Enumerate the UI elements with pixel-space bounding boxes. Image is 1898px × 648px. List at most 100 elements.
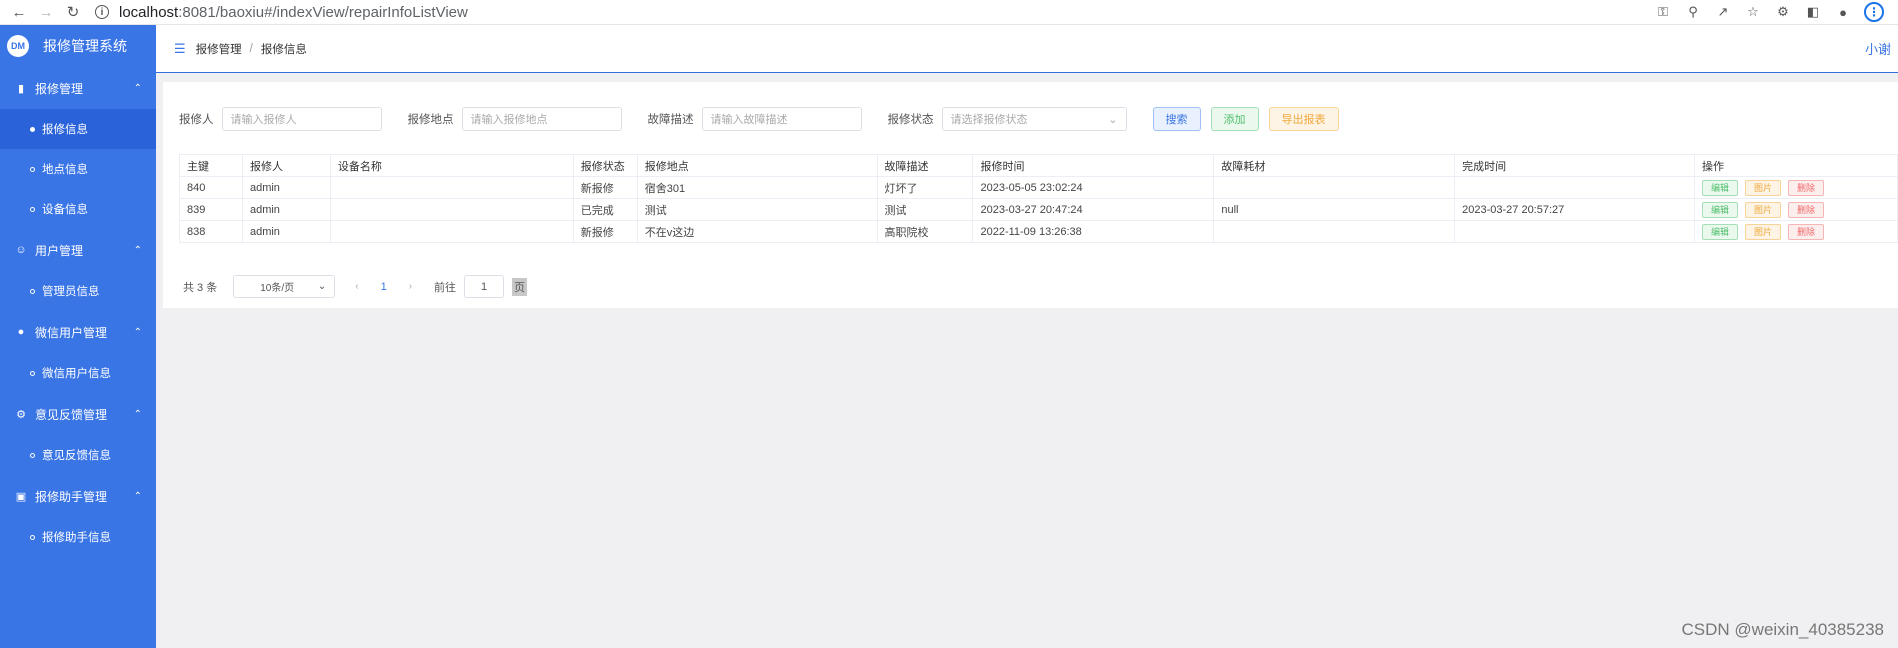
- account-icon[interactable]: ●: [1834, 3, 1852, 21]
- browser-toolbar: ← → ↻ i localhost:8081/baoxiu#/indexView…: [0, 0, 1898, 25]
- chevron-up-icon: ⌃: [133, 408, 142, 420]
- table-row: 839 admin 已完成 测试 测试 2023-03-27 20:47:24 …: [179, 198, 1898, 221]
- sidebar-item-assistant-info[interactable]: 报修助手信息: [0, 517, 156, 557]
- sidebar-item-label: 设备信息: [42, 204, 88, 216]
- breadcrumb-separator: /: [249, 42, 253, 55]
- info-icon[interactable]: i: [95, 5, 109, 19]
- page-size-select[interactable]: 10条/页 ⌄: [233, 275, 336, 298]
- header-status: 报修状态: [572, 154, 638, 177]
- chevron-up-icon: ⌃: [133, 326, 142, 338]
- delete-button[interactable]: 删除: [1788, 179, 1825, 196]
- header-location: 报修地点: [636, 154, 878, 177]
- extensions-icon[interactable]: ⚙: [1774, 3, 1792, 21]
- hamburger-icon[interactable]: ☰: [174, 41, 186, 57]
- image-button[interactable]: 图片: [1745, 223, 1782, 240]
- header-fault: 故障描述: [876, 154, 974, 177]
- star-icon[interactable]: ☆: [1744, 3, 1762, 21]
- app-root: DM 报修管理系统 ▮ 报修管理 ⌃ 报修信息 地点信息 设备信息 ☺ 用户管理…: [0, 25, 1898, 648]
- reporter-input[interactable]: 请输入报修人: [221, 107, 382, 131]
- person-icon: ●: [17, 326, 25, 338]
- sidebar-item-label: 报修助手信息: [42, 532, 111, 544]
- search-button[interactable]: 搜索: [1152, 107, 1201, 131]
- total-count: 共 3 条: [183, 281, 218, 294]
- sidebar-item-repair-info[interactable]: 报修信息: [0, 109, 156, 149]
- sidebar-item-label: 意见反馈信息: [42, 450, 111, 462]
- gear-icon: ⚙: [16, 408, 26, 421]
- add-button[interactable]: 添加: [1210, 107, 1259, 131]
- export-button[interactable]: 导出报表: [1268, 107, 1339, 131]
- cell-location: 宿舍301: [636, 176, 878, 199]
- sidebar-group-users[interactable]: ☺ 用户管理 ⌃: [0, 229, 156, 271]
- sidebar-item-feedback-info[interactable]: 意见反馈信息: [0, 435, 156, 475]
- delete-button[interactable]: 删除: [1788, 223, 1825, 240]
- logo: DM 报修管理系统: [0, 25, 156, 67]
- next-page-icon[interactable]: ›: [409, 281, 412, 292]
- dot-icon: [30, 534, 35, 540]
- cell-reporter: admin: [241, 176, 331, 199]
- address-bar[interactable]: i localhost:8081/baoxiu#/indexView/repai…: [89, 1, 1654, 23]
- cell-material: [1213, 220, 1456, 243]
- cell-fault: 高职院校: [876, 220, 974, 243]
- edit-button[interactable]: 编辑: [1701, 179, 1738, 196]
- chevron-up-icon: ⌃: [133, 82, 142, 94]
- fault-label: 故障描述: [647, 114, 694, 126]
- sidebar-group-repair[interactable]: ▮ 报修管理 ⌃: [0, 67, 156, 109]
- page-number[interactable]: 1: [381, 281, 387, 293]
- dot-icon: [30, 452, 35, 458]
- repair-table: 主键 报修人 设备名称 报修状态 报修地点 故障描述 报修时间 故障耗材 完成时…: [179, 154, 1898, 243]
- delete-button[interactable]: 删除: [1788, 201, 1825, 218]
- sidebar-item-device-info[interactable]: 设备信息: [0, 189, 156, 229]
- sidebar-item-label: 管理员信息: [42, 286, 100, 298]
- cell-device: [329, 198, 574, 221]
- header-actions: 操作: [1693, 154, 1898, 177]
- image-button[interactable]: 图片: [1745, 201, 1782, 218]
- forward-icon[interactable]: →: [35, 1, 57, 23]
- sidebar-item-location-info[interactable]: 地点信息: [0, 149, 156, 189]
- content-panel: 报修人 请输入报修人 报修地点 请输入报修地点 故障描述 请输入故障描述 报修状…: [163, 82, 1898, 308]
- page-size-value: 10条/页: [260, 283, 295, 294]
- status-select[interactable]: 请选择报修状态 ⌄: [941, 107, 1127, 131]
- user-name[interactable]: 小谢: [1865, 39, 1891, 58]
- cell-finish-time: [1454, 176, 1695, 199]
- back-icon[interactable]: ←: [8, 1, 30, 23]
- sidepanel-icon[interactable]: ◧: [1804, 3, 1822, 21]
- image-button[interactable]: 图片: [1745, 179, 1782, 196]
- cell-status: 新报修: [572, 176, 638, 199]
- zoom-icon[interactable]: ⚲: [1684, 3, 1702, 21]
- chevron-down-icon: ⌄: [317, 281, 327, 292]
- sidebar-group-label: 报修助手管理: [35, 489, 108, 504]
- sidebar-group-label: 微信用户管理: [35, 325, 108, 340]
- sidebar: DM 报修管理系统 ▮ 报修管理 ⌃ 报修信息 地点信息 设备信息 ☺ 用户管理…: [0, 25, 156, 648]
- table-row: 840 admin 新报修 宿舍301 灯坏了 2023-05-05 23:02…: [179, 176, 1898, 199]
- sidebar-item-label: 报修信息: [42, 124, 88, 136]
- sidebar-item-label: 微信用户信息: [42, 368, 111, 380]
- sidebar-group-wechat-users[interactable]: ● 微信用户管理 ⌃: [0, 311, 156, 353]
- edit-button[interactable]: 编辑: [1701, 201, 1738, 218]
- cell-finish-time: 2023-03-27 20:57:27: [1454, 198, 1695, 221]
- sidebar-group-feedback[interactable]: ⚙ 意见反馈管理 ⌃: [0, 393, 156, 435]
- prev-page-icon[interactable]: ‹: [355, 281, 358, 292]
- url-host: localhost: [119, 3, 179, 21]
- sidebar-item-wechat-user-info[interactable]: 微信用户信息: [0, 353, 156, 393]
- status-select-placeholder: 请选择报修状态: [950, 114, 1028, 126]
- goto-input[interactable]: 1: [464, 275, 505, 298]
- key-icon[interactable]: ⚿: [1654, 3, 1672, 21]
- edit-button[interactable]: 编辑: [1701, 223, 1738, 240]
- breadcrumb-item[interactable]: 报修管理: [196, 41, 242, 57]
- sidebar-item-admin-info[interactable]: 管理员信息: [0, 271, 156, 311]
- reload-icon[interactable]: ↻: [62, 1, 84, 23]
- cell-id: 839: [179, 198, 243, 221]
- location-input[interactable]: 请输入报修地点: [461, 107, 622, 131]
- cell-device: [329, 220, 574, 243]
- url-path: :8081/baoxiu#/indexView/repairInfoListVi…: [178, 3, 468, 21]
- menu-icon[interactable]: ⋮: [1864, 2, 1884, 22]
- breadcrumb-item-current: 报修信息: [260, 43, 307, 56]
- cell-id: 840: [179, 176, 243, 199]
- cell-finish-time: [1454, 220, 1695, 243]
- fault-input[interactable]: 请输入故障描述: [701, 107, 862, 131]
- share-icon[interactable]: ↗: [1714, 3, 1732, 21]
- search-form: 报修人 请输入报修人 报修地点 请输入报修地点 故障描述 请输入故障描述 报修状…: [179, 107, 1349, 131]
- cell-actions: 编辑 图片 删除: [1693, 176, 1898, 199]
- chevron-down-icon: ⌄: [1108, 113, 1118, 126]
- sidebar-group-assistant[interactable]: ▣ 报修助手管理 ⌃: [0, 475, 156, 517]
